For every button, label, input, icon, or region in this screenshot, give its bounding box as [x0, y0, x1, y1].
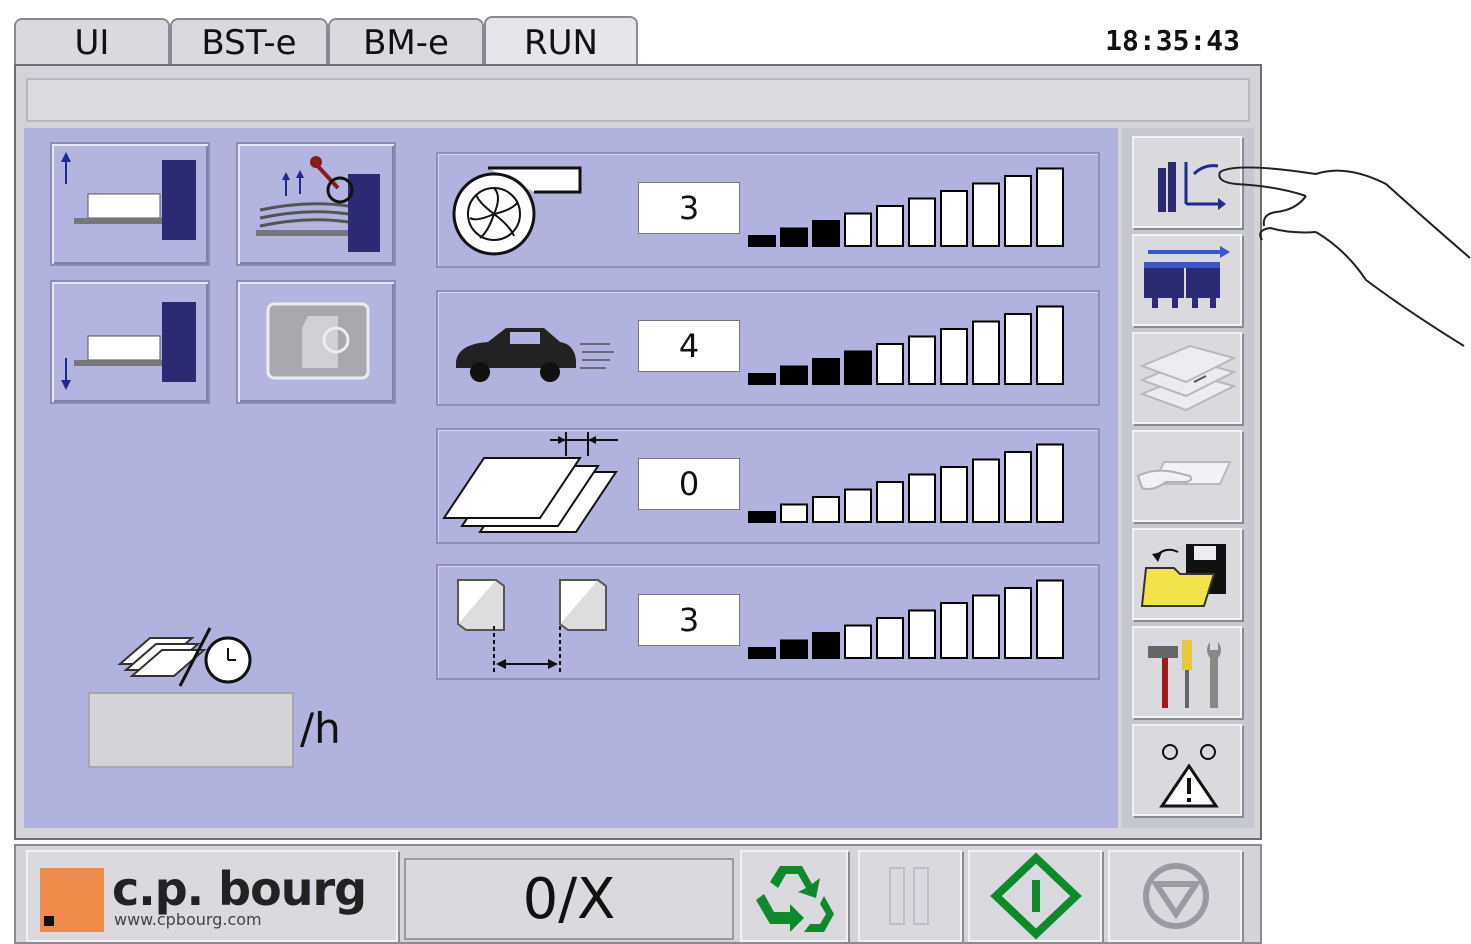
tab-bar: UI BST-e BM-e RUN 18:35:43	[14, 14, 1262, 68]
gap-level-graph[interactable]	[748, 578, 1078, 660]
level-segment	[1036, 167, 1064, 247]
sheets-per-hour-icon	[117, 627, 252, 687]
level-segment	[940, 466, 968, 523]
recycle-button[interactable]	[740, 850, 848, 942]
job-counter: 0/X	[404, 858, 734, 940]
elevator-down-button[interactable]	[50, 280, 210, 404]
clock: 18:35:43	[1105, 24, 1240, 57]
setting-row-speed: 4	[436, 290, 1100, 406]
pause-button[interactable]	[858, 850, 962, 942]
level-segment	[1036, 579, 1064, 659]
level-segment	[780, 639, 808, 659]
level-segment	[972, 594, 1000, 659]
level-segment	[812, 220, 840, 247]
level-segment	[876, 343, 904, 385]
tab-ui[interactable]: UI	[14, 18, 170, 66]
pause-disabled-icon	[889, 867, 929, 925]
stop-disabled-icon	[1143, 863, 1209, 929]
level-segment	[844, 488, 872, 523]
start-diamond-icon	[990, 852, 1082, 940]
level-segment	[1004, 175, 1032, 247]
level-segment	[812, 632, 840, 659]
setting-row-gap: 3	[436, 564, 1100, 680]
level-segment	[844, 350, 872, 385]
sheet-separation-icon	[442, 432, 618, 533]
level-segment	[748, 511, 776, 523]
pointing-hand-illustration	[1218, 166, 1471, 347]
level-segment	[812, 496, 840, 523]
level-segment	[940, 602, 968, 659]
level-segment	[908, 335, 936, 385]
inspect-button[interactable]	[236, 280, 396, 404]
brand-logo: c.p. bourg www.cpbourg.com	[26, 850, 398, 942]
level-segment	[1036, 443, 1064, 523]
setting-row-separation: 0	[436, 428, 1100, 544]
air-level-value[interactable]: 3	[638, 182, 740, 234]
setting-row-air: 3	[436, 152, 1100, 268]
level-segment	[972, 458, 1000, 523]
brand-name: c.p. bourg	[112, 862, 367, 916]
speed-car-icon	[456, 328, 614, 382]
level-segment	[908, 197, 936, 247]
side-button-alarms[interactable]	[1132, 724, 1242, 816]
gap-level-value[interactable]: 3	[638, 594, 740, 646]
separation-level-value[interactable]: 0	[638, 458, 740, 510]
level-segment	[1004, 451, 1032, 523]
level-segment	[812, 358, 840, 385]
level-segment	[876, 617, 904, 659]
warning-icon	[1159, 744, 1219, 808]
rate-unit-label: /h	[300, 704, 341, 753]
inspect-disabled-icon	[266, 302, 370, 380]
level-segment	[908, 473, 936, 523]
level-segment	[748, 647, 776, 659]
side-button-save-job[interactable]	[1132, 528, 1242, 620]
level-segment	[748, 235, 776, 247]
level-segment	[780, 365, 808, 385]
level-segment	[1004, 313, 1032, 385]
sheet-sensor-button[interactable]	[236, 142, 396, 266]
level-segment	[780, 503, 808, 523]
level-segment	[876, 481, 904, 523]
tab-bm-e[interactable]: BM-e	[328, 18, 484, 66]
side-button-manual-feed[interactable]	[1132, 430, 1242, 522]
stop-button[interactable]	[1108, 850, 1242, 942]
level-segment	[876, 205, 904, 247]
level-segment	[780, 227, 808, 247]
level-segment	[1004, 587, 1032, 659]
sheet-sensor-icon	[256, 156, 380, 252]
tab-bst-e[interactable]: BST-e	[170, 18, 328, 66]
elevator-up-icon	[61, 152, 196, 240]
air-level-graph[interactable]	[748, 166, 1078, 248]
recycle-icon	[756, 866, 834, 932]
level-segment	[748, 373, 776, 385]
manual-feed-disabled-icon	[1136, 461, 1232, 491]
folder-save-icon	[1140, 544, 1226, 607]
message-bar	[26, 78, 1250, 122]
speed-level-graph[interactable]	[748, 304, 1078, 386]
start-button[interactable]	[968, 850, 1102, 942]
air-blower-icon	[452, 166, 582, 256]
level-segment	[972, 182, 1000, 247]
level-segment	[940, 328, 968, 385]
logo-square-icon	[40, 868, 104, 932]
level-segment	[908, 609, 936, 659]
level-segment	[972, 320, 1000, 385]
sheet-gap-icon	[457, 579, 607, 672]
tools-icon	[1148, 640, 1221, 708]
brand-url: www.cpbourg.com	[114, 910, 262, 929]
level-segment	[844, 624, 872, 659]
level-segment	[940, 190, 968, 247]
tab-run[interactable]: RUN	[484, 16, 638, 68]
elevator-up-button[interactable]	[50, 142, 210, 266]
elevator-down-icon	[61, 302, 196, 390]
side-button-tools[interactable]	[1132, 626, 1242, 718]
sheets-per-hour-display	[88, 692, 294, 768]
level-segment	[1036, 305, 1064, 385]
level-segment	[844, 212, 872, 247]
separation-level-graph[interactable]	[748, 442, 1078, 524]
speed-level-value[interactable]: 4	[638, 320, 740, 372]
